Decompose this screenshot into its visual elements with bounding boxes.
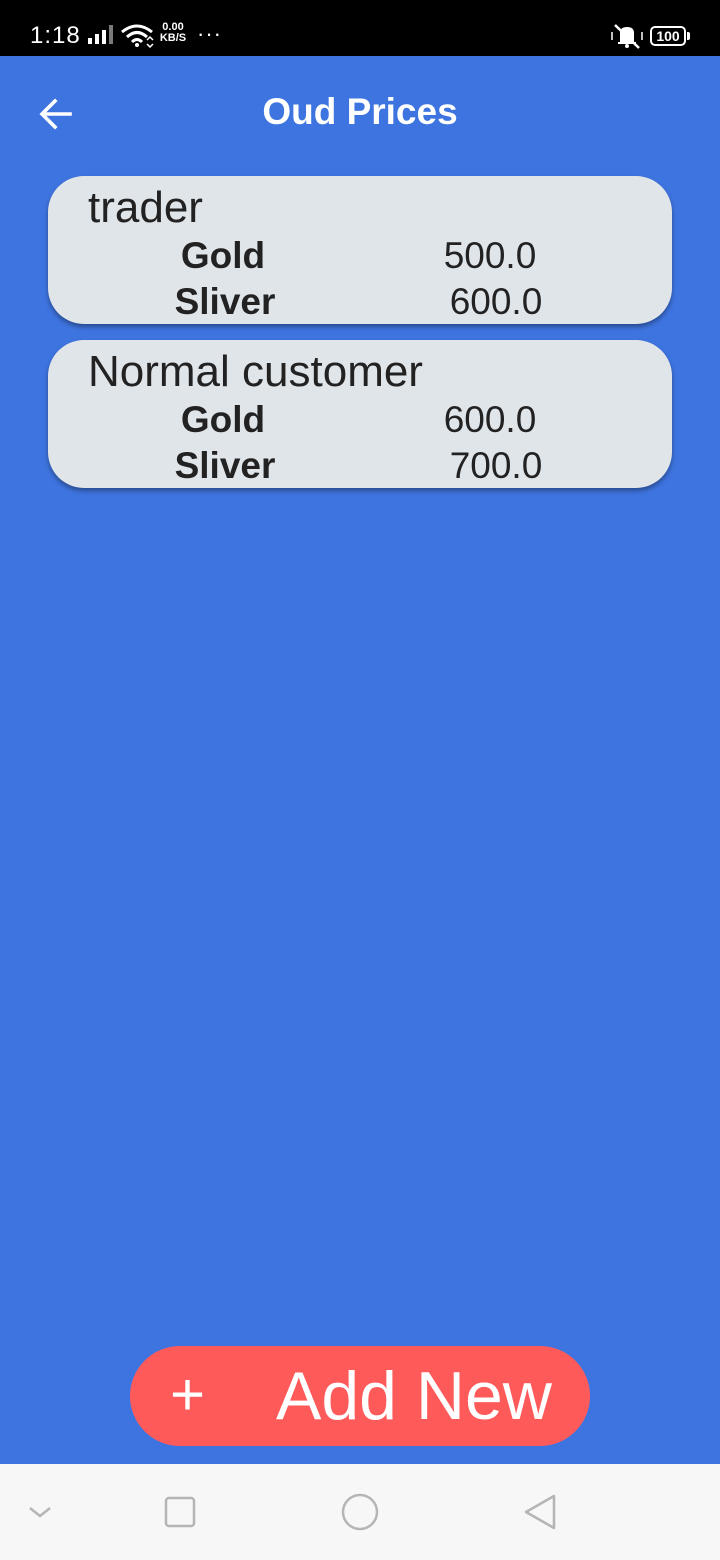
circle-icon [341, 1493, 379, 1531]
nav-hide-button[interactable] [10, 1482, 70, 1542]
nav-home-button[interactable] [330, 1482, 390, 1542]
silver-label: Sliver [174, 281, 276, 322]
more-icon: ··· [197, 21, 222, 46]
network-speed-unit: KB/S [159, 32, 187, 44]
gold-price: 500.0 [443, 235, 537, 276]
plus-icon: + [170, 1361, 206, 1428]
card-title: trader [88, 183, 203, 232]
silver-price: 700.0 [449, 445, 543, 486]
nav-recents-button[interactable] [150, 1482, 210, 1542]
network-speed: 0.00 KB/S [158, 22, 188, 44]
add-new-label: Add New [276, 1358, 552, 1434]
vibrate-mute-icon [611, 24, 643, 49]
status-bar: 1:18 0.00 KB/S ··· 100 [0, 0, 720, 56]
price-card-normal-customer[interactable]: Normal customer Gold 600.0 Sliver 700.0 [48, 340, 672, 488]
wifi-icon [121, 24, 154, 48]
gold-label: Gold [180, 399, 266, 440]
page-title: Oud Prices [262, 91, 458, 132]
chevron-down-icon [29, 1507, 51, 1518]
battery-icon: 100 [650, 26, 686, 46]
add-new-button[interactable]: + Add New [130, 1346, 590, 1446]
silver-label: Sliver [174, 445, 276, 486]
square-icon [164, 1496, 196, 1528]
price-card-trader[interactable]: trader Gold 500.0 Sliver 600.0 [48, 176, 672, 324]
silver-price: 600.0 [449, 281, 543, 322]
battery-tip [687, 32, 690, 40]
gold-price: 600.0 [443, 399, 537, 440]
gold-label: Gold [180, 235, 266, 276]
card-title: Normal customer [88, 347, 423, 396]
signal-icon [88, 25, 113, 44]
system-nav-bar [0, 1464, 720, 1560]
status-time: 1:18 [30, 22, 81, 49]
triangle-back-icon [524, 1494, 556, 1530]
app-bar: Oud Prices [0, 56, 720, 168]
nav-back-button[interactable] [510, 1482, 570, 1542]
